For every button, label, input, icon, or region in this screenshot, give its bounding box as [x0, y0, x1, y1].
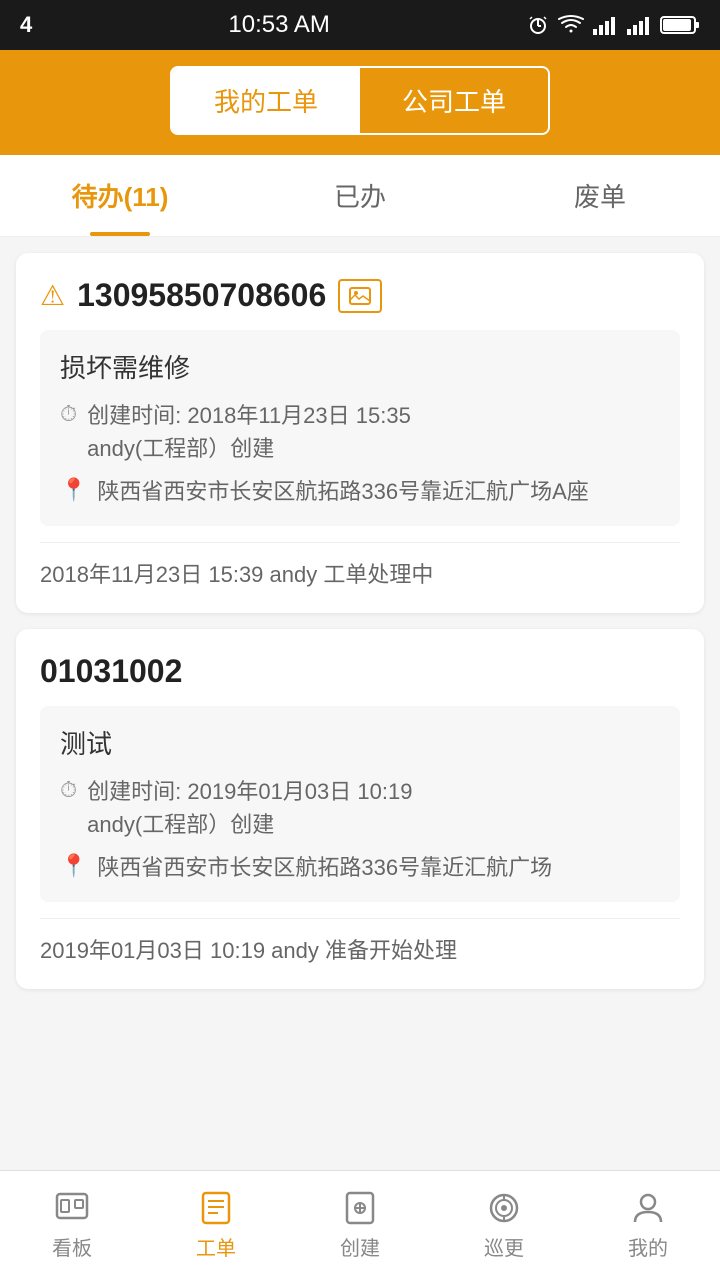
mine-icon	[630, 1190, 666, 1226]
nav-item-workorder[interactable]: 工单	[144, 1180, 288, 1271]
bottom-nav: 看板 工单 创建 巡更	[0, 1170, 720, 1280]
status-time: 10:53 AM	[228, 11, 329, 39]
status-bar: 4 10:53 AM	[0, 0, 720, 50]
sub-tab-done[interactable]: 已办	[240, 155, 480, 236]
status-icons	[526, 13, 700, 37]
card-1-location-row: 📍 陕西省西安市长安区航拓路336号靠近汇航广场A座	[60, 475, 660, 508]
photo-icon	[349, 287, 371, 305]
card-2-detail: 测试 ⏱ 创建时间: 2019年01月03日 10:19 andy(工程部）创建…	[40, 706, 680, 902]
sub-tab-cancelled[interactable]: 废单	[480, 155, 720, 236]
card-1-header: ⚠ 13095850708606	[40, 277, 680, 314]
card-1-detail: 损坏需维修 ⏱ 创建时间: 2018年11月23日 15:35 andy(工程部…	[40, 330, 680, 526]
nav-item-patrol[interactable]: 巡更	[432, 1180, 576, 1271]
nav-label-mine: 我的	[628, 1232, 668, 1261]
card-2-create-time: 创建时间: 2019年01月03日 10:19	[87, 775, 412, 808]
clock-icon-2: ⏱	[60, 777, 77, 803]
patrol-icon	[486, 1190, 522, 1226]
work-order-card-1[interactable]: ⚠ 13095850708606 损坏需维修 ⏱ 创建时间: 2018年11月2…	[16, 253, 704, 613]
card-2-location-row: 📍 陕西省西安市长安区航拓路336号靠近汇航广场	[60, 851, 660, 884]
alarm-icon	[526, 13, 550, 37]
header: 我的工单 公司工单	[0, 50, 720, 155]
main-tab-switcher: 我的工单 公司工单	[170, 66, 550, 135]
card-1-create-time: 创建时间: 2018年11月23日 15:35	[87, 399, 411, 432]
sub-tab-pending[interactable]: 待办(11)	[0, 155, 240, 236]
image-icon	[338, 279, 382, 313]
work-order-card-2[interactable]: 01031002 测试 ⏱ 创建时间: 2019年01月03日 10:19 an…	[16, 629, 704, 989]
signal-icon-2	[626, 13, 652, 37]
nav-item-kanban[interactable]: 看板	[0, 1180, 144, 1271]
card-2-footer: 2019年01月03日 10:19 andy 准备开始处理	[40, 918, 680, 965]
card-2-title: 测试	[60, 724, 660, 761]
tab-my-orders[interactable]: 我的工单	[172, 68, 360, 133]
nav-label-workorder: 工单	[196, 1232, 236, 1261]
card-2-time-row: ⏱ 创建时间: 2019年01月03日 10:19 andy(工程部）创建	[60, 775, 660, 841]
card-2-id: 01031002	[40, 653, 182, 690]
card-2-creator: andy(工程部）创建	[87, 808, 412, 841]
card-1-id: 13095850708606	[77, 277, 326, 314]
nav-label-kanban: 看板	[52, 1232, 92, 1261]
card-1-title: 损坏需维修	[60, 348, 660, 385]
card-2-header: 01031002	[40, 653, 680, 690]
battery-icon	[660, 14, 700, 36]
location-icon-2: 📍	[60, 853, 87, 879]
sub-tabs: 待办(11) 已办 废单	[0, 155, 720, 237]
clock-icon: ⏱	[60, 401, 77, 427]
wifi-icon	[558, 13, 584, 37]
nav-label-patrol: 巡更	[484, 1232, 524, 1261]
nav-item-mine[interactable]: 我的	[576, 1180, 720, 1271]
create-icon	[342, 1190, 378, 1226]
nav-label-create: 创建	[340, 1232, 380, 1261]
card-1-creator: andy(工程部）创建	[87, 432, 411, 465]
workorder-icon	[198, 1190, 234, 1226]
status-indicator: 4	[20, 12, 32, 38]
card-1-time-row: ⏱ 创建时间: 2018年11月23日 15:35 andy(工程部）创建	[60, 399, 660, 465]
tab-company-orders[interactable]: 公司工单	[360, 68, 548, 133]
location-icon: 📍	[60, 477, 87, 503]
warning-icon: ⚠	[40, 279, 65, 312]
card-1-location: 陕西省西安市长安区航拓路336号靠近汇航广场A座	[97, 475, 588, 508]
kanban-icon	[54, 1190, 90, 1226]
signal-icon-1	[592, 13, 618, 37]
card-2-location: 陕西省西安市长安区航拓路336号靠近汇航广场	[97, 851, 552, 884]
nav-item-create[interactable]: 创建	[288, 1180, 432, 1271]
work-order-list: ⚠ 13095850708606 损坏需维修 ⏱ 创建时间: 2018年11月2…	[0, 237, 720, 1109]
card-1-footer: 2018年11月23日 15:39 andy 工单处理中	[40, 542, 680, 589]
